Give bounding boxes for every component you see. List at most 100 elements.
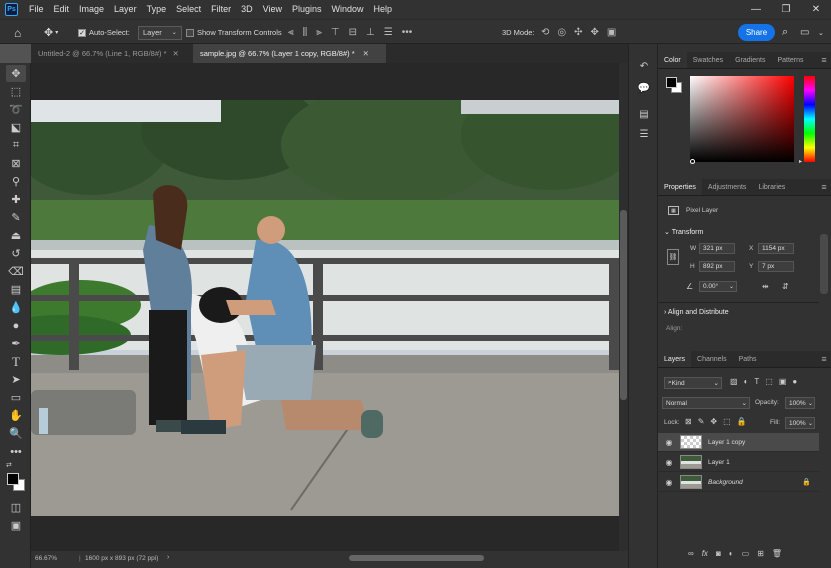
color-field[interactable] (690, 76, 794, 162)
healing-brush-icon[interactable]: ✚ (6, 191, 26, 208)
screen-mode-icon[interactable]: ▣ (6, 517, 26, 534)
3d-roll-icon[interactable]: ◎ (557, 27, 566, 38)
visibility-eye-icon[interactable]: ◉ (658, 438, 680, 447)
lock-all-icon[interactable]: 🔒 (737, 417, 747, 426)
tab-untitled-2[interactable]: Untitled-2 @ 66.7% (Line 1, RGB/8#) * ✕ (31, 44, 192, 63)
crop-tool-icon[interactable]: ⌗ (6, 137, 26, 154)
libraries-panel-icon[interactable]: ▤ (637, 107, 651, 121)
visibility-eye-icon[interactable]: ◉ (658, 478, 680, 487)
layer-filter-kind-dropdown[interactable]: ⌕ Kind ⌄ (664, 377, 722, 389)
adjustment-layer-icon[interactable]: ◐ (729, 549, 734, 558)
tab-libraries[interactable]: Libraries (752, 179, 791, 195)
object-select-tool-icon[interactable]: ⬕ (6, 119, 26, 136)
filter-adjustment-icon[interactable]: ◐ (744, 377, 749, 386)
dodge-tool-icon[interactable]: ● (6, 317, 26, 334)
fill-field[interactable]: 100% ⌄ (785, 417, 815, 429)
filter-toggle-icon[interactable]: ● (792, 377, 797, 386)
home-icon[interactable]: ⌂ (14, 20, 21, 45)
color-picker-handle[interactable] (690, 159, 695, 164)
layer-name[interactable]: Layer 1 copy (708, 439, 745, 446)
marquee-tool-icon[interactable]: ⬚ (6, 83, 26, 100)
filter-pixel-icon[interactable]: ▨ (730, 377, 738, 386)
auto-select-checkbox[interactable]: ✓ Auto-Select: (78, 20, 130, 45)
layer-row[interactable]: ◉ Layer 1 (658, 453, 819, 472)
tab-properties[interactable]: Properties (658, 179, 702, 195)
tab-paths[interactable]: Paths (733, 351, 763, 367)
delete-layer-icon[interactable]: 🗑 (772, 549, 782, 558)
flip-vertical-icon[interactable]: ⇵ (782, 282, 789, 291)
menu-edit[interactable]: Edit (49, 0, 75, 19)
link-icon[interactable]: ⛓ (667, 249, 679, 265)
menu-3d[interactable]: 3D (236, 0, 258, 19)
move-tool-icon[interactable]: ✥ (6, 65, 26, 82)
lock-artboard-icon[interactable]: ⬚ (723, 417, 731, 426)
path-select-tool-icon[interactable]: ➤ (6, 371, 26, 388)
layer-row[interactable]: ◉ Background 🔒 (658, 473, 819, 492)
tab-sample-jpg[interactable]: sample.jpg @ 66.7% (Layer 1 copy, RGB/8#… (193, 44, 386, 63)
hue-slider-handle[interactable]: ▸ (799, 158, 802, 165)
menu-select[interactable]: Select (171, 0, 206, 19)
align-bottom-icon[interactable]: ⊥ (366, 27, 375, 38)
opacity-field[interactable]: 100% ⌄ (785, 397, 815, 409)
eraser-tool-icon[interactable]: ⌫ (6, 263, 26, 280)
checkbox-unchecked-icon[interactable] (186, 28, 194, 37)
tab-adjustments[interactable]: Adjustments (702, 179, 753, 195)
menu-layer[interactable]: Layer (109, 0, 142, 19)
panel-menu-icon[interactable]: ≡ (817, 179, 831, 195)
panel-menu-icon[interactable]: ≡ (817, 52, 831, 68)
history-panel-icon[interactable]: ↶ (637, 59, 651, 73)
align-distribute-heading[interactable]: › Align and Distribute (664, 309, 729, 316)
3d-scale-icon[interactable]: ▣ (607, 27, 616, 38)
y-field[interactable]: 7 px (758, 261, 794, 272)
more-options-icon[interactable]: ••• (402, 27, 413, 38)
lock-image-icon[interactable]: ✎ (698, 417, 705, 426)
more-tools-icon[interactable]: ••• (6, 443, 26, 460)
workspace-icon[interactable]: ▭ (800, 20, 809, 45)
tab-layers[interactable]: Layers (658, 351, 692, 367)
filter-type-icon[interactable]: T (754, 377, 759, 386)
chevron-right-icon[interactable]: › (167, 554, 169, 561)
3d-orbit-icon[interactable]: ⟲ (541, 27, 549, 38)
lasso-tool-icon[interactable]: ➰ (6, 101, 26, 118)
show-transform-checkbox[interactable]: Show Transform Controls (186, 20, 282, 45)
distribute-icon[interactable]: ☰ (384, 27, 393, 38)
close-icon[interactable]: ✕ (173, 49, 179, 58)
frame-tool-icon[interactable]: ⊠ (6, 155, 26, 172)
layer-name[interactable]: Background (708, 479, 743, 486)
width-field[interactable]: 321 px (699, 243, 735, 254)
new-group-icon[interactable]: ▭ (742, 549, 750, 558)
share-button[interactable]: Share (738, 24, 775, 41)
document-canvas-image[interactable] (31, 100, 619, 516)
3d-slide-icon[interactable]: ✥ (591, 27, 599, 38)
quick-mask-icon[interactable]: ◫ (6, 499, 26, 516)
align-right-icon[interactable]: ⫸ (316, 27, 322, 38)
menu-image[interactable]: Image (74, 0, 109, 19)
angle-field[interactable]: 0.00° ⌄ (699, 281, 737, 292)
menu-help[interactable]: Help (369, 0, 398, 19)
zoom-tool-icon[interactable]: 🔍 (6, 425, 26, 442)
hue-slider[interactable] (804, 76, 815, 162)
move-tool-preset-icon[interactable]: ✥ ▾ (44, 20, 58, 45)
layer-row[interactable]: ◉ Layer 1 copy (658, 433, 819, 452)
rectangle-tool-icon[interactable]: ▭ (6, 389, 26, 406)
menu-filter[interactable]: Filter (206, 0, 236, 19)
menu-type[interactable]: Type (142, 0, 172, 19)
comments-panel-icon[interactable]: 💬 (637, 81, 651, 95)
clone-stamp-icon[interactable]: ⏏ (6, 227, 26, 244)
vertical-scroll-thumb[interactable] (620, 210, 627, 400)
brush-tool-icon[interactable]: ✎ (6, 209, 26, 226)
foreground-color-swatch[interactable] (7, 473, 19, 485)
tab-patterns[interactable]: Patterns (771, 52, 809, 68)
link-layers-icon[interactable]: ∞ (688, 549, 694, 558)
filter-shape-icon[interactable]: ⬚ (765, 377, 773, 386)
auto-select-target-dropdown[interactable]: Layer ⌄ (138, 25, 182, 40)
menu-window[interactable]: Window (327, 0, 369, 19)
tab-channels[interactable]: Channels (691, 351, 733, 367)
align-hcenter-icon[interactable]: ⫼ (303, 27, 308, 38)
lock-position-icon[interactable]: ✥ (710, 417, 717, 426)
color-panel-foreground-swatch[interactable] (666, 77, 677, 88)
align-top-icon[interactable]: ⊤ (331, 27, 340, 38)
align-left-icon[interactable]: ⫷ (288, 27, 294, 38)
align-vcenter-icon[interactable]: ⊟ (349, 27, 357, 38)
gradient-tool-icon[interactable]: ▤ (6, 281, 26, 298)
